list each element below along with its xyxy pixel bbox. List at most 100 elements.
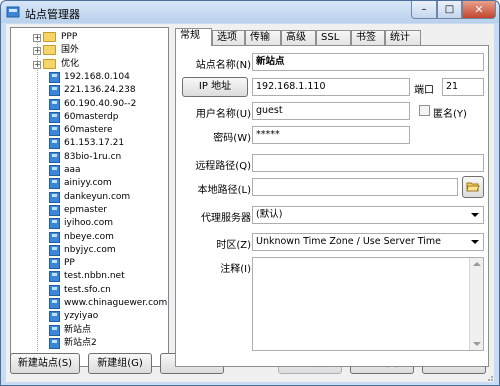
notes-label: 注释(I) [220, 264, 251, 275]
new-group-button[interactable]: 新建组(G) [88, 353, 152, 374]
site-icon [49, 98, 60, 110]
maximize-button[interactable]: □ [437, 1, 462, 19]
tree-site-item[interactable]: nbyjyc.com [11, 244, 168, 257]
site-icon [49, 191, 60, 203]
resize-grip-icon[interactable] [484, 372, 494, 382]
client-area: + PPP + 国外 + 优化 192.168.0.104 221.136.24.238 60.… [6, 24, 494, 382]
tree-site-item[interactable]: epmaster [11, 204, 168, 217]
tree-site-item[interactable]: PP [11, 257, 168, 270]
tree-folder-item[interactable]: + 国外 [11, 44, 168, 57]
proxy-label: 代理服务器 [201, 213, 251, 224]
tree-site-item[interactable]: 221.136.24.238 [11, 84, 168, 97]
tab-ssl[interactable]: SSL [316, 30, 351, 45]
tree-folder-item[interactable]: + 优化 [11, 58, 168, 71]
tree-item-label: 83bio-1ru.cn [64, 151, 122, 162]
tab-general[interactable]: 常规 [175, 28, 212, 46]
tree-site-item[interactable]: 60.190.40.90--2 [11, 98, 168, 111]
tree-item-label: test.sfo.cn [64, 284, 111, 295]
tree-site-item[interactable]: 新站点 [11, 324, 168, 337]
site-icon [49, 218, 60, 230]
tree-folder-item[interactable]: + PPP [11, 31, 168, 44]
tree-site-item[interactable]: aaa [11, 164, 168, 177]
remote-path-label: 远程路径(Q) [195, 161, 251, 172]
port-label: 端口 [414, 85, 434, 96]
tree-site-item[interactable]: 83bio-1ru.cn [11, 151, 168, 164]
scroll-up-icon [473, 262, 481, 266]
expand-icon[interactable]: + [33, 60, 41, 69]
title-bar[interactable]: 站点管理器 – □ ✕ [1, 1, 499, 23]
tree-site-item[interactable]: 60masterdp [11, 111, 168, 124]
remote-path-field[interactable] [252, 154, 484, 172]
tab-options[interactable]: 选项 [212, 30, 245, 45]
tree-item-label: yzyiyao [64, 311, 99, 322]
site-icon [49, 125, 60, 137]
anonymous-label: 匿名(Y) [433, 109, 467, 120]
password-field[interactable]: ***** [252, 126, 410, 144]
site-icon [49, 311, 60, 323]
tree-site-item[interactable]: 新站点2 [11, 337, 168, 350]
tree-item-label: 国外 [61, 45, 80, 56]
ip-address-field[interactable]: 192.168.1.110 [252, 78, 410, 96]
tree-item-label: iyihoo.com [64, 218, 113, 229]
tree-site-item[interactable]: www.chinaguewer.com [11, 297, 168, 310]
tree-item-label: 新站点 [64, 324, 92, 335]
tab-statistics[interactable]: 统计 [385, 30, 421, 45]
local-path-label: 本地路径(L) [197, 185, 251, 196]
notes-scrollbar[interactable] [469, 258, 483, 350]
tree-item-label: www.chinaguewer.com [64, 298, 168, 308]
folder-open-icon [466, 182, 480, 192]
ip-address-button[interactable]: IP 地址 [182, 77, 248, 97]
tree-item-label: ainiyy.com [64, 178, 112, 189]
tab-advanced[interactable]: 高级 [281, 30, 316, 45]
site-icon [49, 298, 60, 309]
tree-item-label: nbyjyc.com [64, 244, 116, 255]
tab-bookmarks[interactable]: 书签 [351, 30, 385, 45]
minimize-button[interactable]: – [411, 1, 437, 19]
tree-site-item[interactable]: nbeye.com [11, 231, 168, 244]
site-icon [49, 138, 60, 150]
folder-icon [43, 32, 56, 42]
timezone-select[interactable]: Unknown Time Zone / Use Server Time [252, 233, 484, 251]
tree-site-item[interactable]: test.nbbn.net [11, 270, 168, 283]
tree-site-item[interactable]: 60mastere [11, 124, 168, 137]
site-name-field[interactable]: 新站点 [252, 53, 484, 71]
scroll-down-icon [473, 342, 481, 346]
username-field[interactable]: guest [252, 102, 410, 120]
tree-site-item[interactable]: yzyiyao [11, 310, 168, 323]
site-icon [49, 284, 60, 296]
anonymous-checkbox[interactable] [419, 105, 430, 116]
tab-transfer[interactable]: 传输 [245, 30, 281, 45]
browse-folder-button[interactable] [462, 176, 484, 198]
port-field[interactable]: 21 [442, 78, 484, 96]
chevron-down-icon [471, 213, 479, 217]
site-icon [49, 271, 60, 283]
site-manager-window: 站点管理器 – □ ✕ + PPP + 国外 + 优化 192.168.0.104 221.1… [0, 0, 500, 386]
notes-textarea[interactable] [252, 257, 484, 351]
site-icon [49, 324, 60, 336]
site-tree[interactable]: + PPP + 国外 + 优化 192.168.0.104 221.136.24.238 60.… [10, 27, 169, 367]
tree-item-label: aaa [64, 165, 81, 175]
tree-item-label: dankeyun.com [64, 191, 131, 202]
proxy-select[interactable]: (默认) [252, 206, 484, 224]
new-site-button[interactable]: 新建站点(S) [10, 353, 80, 374]
expand-icon[interactable]: + [33, 34, 41, 42]
tree-site-item[interactable]: 192.168.0.104 [11, 71, 168, 84]
tree-site-item[interactable]: ainiyy.com [11, 177, 168, 190]
window-title: 站点管理器 [25, 8, 80, 21]
tree-site-item[interactable]: dankeyun.com [11, 191, 168, 204]
app-icon [6, 6, 20, 18]
site-icon [49, 258, 60, 270]
tree-site-item[interactable]: test.sfo.cn [11, 284, 168, 297]
general-panel: 站点名称(N) 新站点 IP 地址 192.168.1.110 端口 21 用户… [175, 45, 489, 367]
username-label: 用户名称(U) [195, 109, 251, 120]
tree-item-label: nbeye.com [64, 231, 114, 242]
expand-icon[interactable]: + [33, 47, 41, 56]
site-icon [49, 231, 60, 243]
local-path-field[interactable] [252, 178, 458, 196]
tree-item-label: 60mastere [64, 125, 113, 136]
timezone-label: 时区(Z) [216, 240, 251, 251]
close-window-button[interactable]: ✕ [462, 1, 496, 19]
timezone-value: Unknown Time Zone / Use Server Time [256, 236, 442, 247]
tree-site-item[interactable]: iyihoo.com [11, 217, 168, 230]
tree-site-item[interactable]: 61.153.17.21 [11, 137, 168, 150]
